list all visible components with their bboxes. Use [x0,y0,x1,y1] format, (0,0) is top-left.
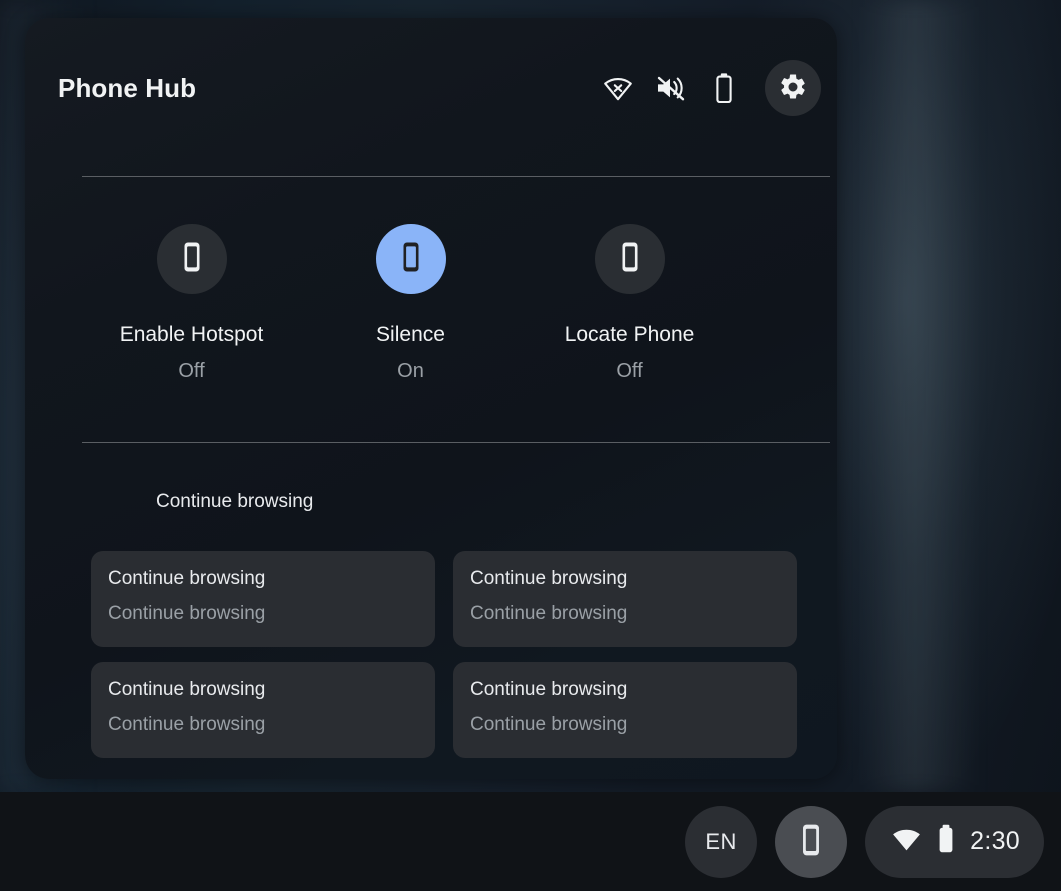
quick-action-toggle-hotspot[interactable] [156,224,227,294]
battery-icon [936,824,956,859]
clock-label: 2:30 [970,827,1020,855]
phone-icon [400,241,422,278]
quick-action-enable-hotspot[interactable]: Enable Hotspot Off [82,208,301,423]
quick-action-state: Off [616,360,643,382]
phone-hub-header: Phone Hub [25,18,837,158]
wifi-off-icon [601,71,635,105]
header-status-icons [601,60,821,116]
phone-hub-tray-button[interactable] [775,805,848,878]
quick-action-toggle-locate[interactable] [594,224,665,294]
wifi-icon [891,827,922,857]
phone-icon [181,241,203,278]
continue-browsing-title: Continue browsing [156,491,314,512]
phone-hub-panel: Phone Hub Enable Hotspot Off Silence On … [25,18,837,779]
status-tray-button[interactable]: 2:30 [865,805,1044,878]
browse-card-title: Continue browsing [470,679,628,700]
quick-actions-divider [82,442,830,443]
wallpaper-light-band [860,0,980,792]
volume-muted-icon [654,71,688,105]
gear-icon [778,72,808,105]
phone-icon [619,241,641,278]
language-button[interactable]: EN [685,805,758,878]
quick-action-toggle-silence[interactable] [375,224,446,294]
quick-action-label: Silence [376,323,445,346]
quick-action-label: Locate Phone [564,323,695,346]
header-divider [82,176,830,177]
browse-card-subtitle: Continue browsing [470,603,628,624]
quick-action-locate-phone[interactable]: Locate Phone Off [520,208,739,423]
browse-card-subtitle: Continue browsing [470,714,628,735]
desktop-wallpaper: Phone Hub Enable Hotspot Off Silence On … [0,0,1061,891]
phone-icon [799,823,823,860]
browse-card-subtitle: Continue browsing [108,603,266,624]
browse-card-subtitle: Continue browsing [108,714,266,735]
browse-card-title: Continue browsing [108,679,266,700]
quick-action-state: Off [178,360,205,382]
battery-empty-icon [707,71,741,105]
quick-action-label: Enable Hotspot [119,323,264,346]
settings-button[interactable] [765,60,821,116]
browse-card[interactable]: Continue browsing Continue browsing [453,662,797,758]
continue-browsing-grid: Continue browsing Continue browsing Cont… [91,551,797,758]
quick-action-state: On [397,360,424,382]
page-title: Phone Hub [58,73,197,103]
browse-card-title: Continue browsing [470,568,628,589]
language-label: EN [705,828,737,854]
browse-card[interactable]: Continue browsing Continue browsing [453,551,797,647]
system-shelf: EN 2:30 [0,792,1061,891]
browse-card-title: Continue browsing [108,568,266,589]
browse-card[interactable]: Continue browsing Continue browsing [91,551,435,647]
quick-actions-row: Enable Hotspot Off Silence On Locate Pho… [82,208,830,423]
quick-action-silence[interactable]: Silence On [301,208,520,423]
browse-card[interactable]: Continue browsing Continue browsing [91,662,435,758]
